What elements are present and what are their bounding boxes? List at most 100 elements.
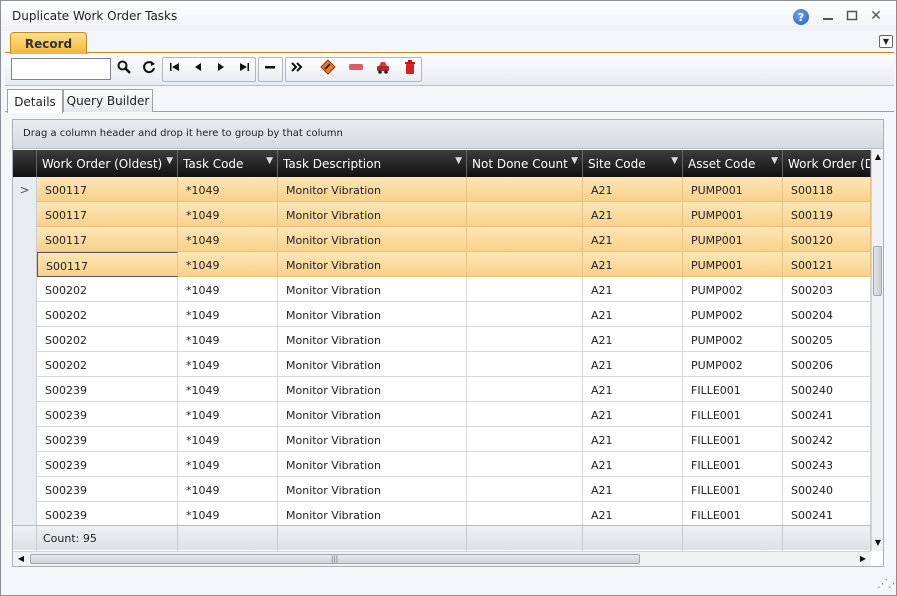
horizontal-scrollbar[interactable]: ◀ ||| ▶: [13, 551, 871, 566]
cell-task-code[interactable]: *1049: [178, 227, 278, 252]
cell-asset-code[interactable]: PUMP002: [683, 277, 783, 302]
cell-task-code[interactable]: *1049: [178, 252, 278, 277]
table-row[interactable]: S00202 *1049 Monitor Vibration A21 PUMP002 S0…: [13, 277, 871, 302]
minimize-icon[interactable]: [819, 7, 837, 25]
cell-task-description[interactable]: Monitor Vibration: [278, 302, 467, 327]
cell-work-order-oldest[interactable]: S00239: [37, 427, 178, 452]
cell-asset-code[interactable]: PUMP002: [683, 352, 783, 377]
tab-details[interactable]: Details: [7, 89, 63, 113]
cell-task-code[interactable]: *1049: [178, 502, 278, 525]
next-record-icon[interactable]: [211, 58, 231, 76]
cell-task-code[interactable]: *1049: [178, 477, 278, 502]
table-row[interactable]: S00239 *1049 Monitor Vibration A21 FILLE001 S…: [13, 427, 871, 452]
cell-asset-code[interactable]: FILLE001: [683, 502, 783, 525]
cell-work-order-oldest[interactable]: S00117: [37, 252, 178, 277]
cell-site-code[interactable]: A21: [583, 252, 683, 277]
cell-task-code[interactable]: *1049: [178, 177, 278, 202]
cell-task-description[interactable]: Monitor Vibration: [278, 252, 467, 277]
table-row[interactable]: S00202 *1049 Monitor Vibration A21 PUMP002 S0…: [13, 327, 871, 352]
cell-work-order-duplicate[interactable]: S00243: [783, 452, 871, 477]
col-not-done-count-header[interactable]: Not Done Count ▼: [467, 150, 583, 177]
filter-icon[interactable]: ▼: [266, 156, 273, 166]
maximize-icon[interactable]: [843, 7, 861, 25]
cell-not-done-count[interactable]: [467, 352, 583, 377]
row-indicator[interactable]: >: [13, 177, 37, 202]
vertical-scrollbar[interactable]: ▲ ▼: [871, 150, 883, 551]
cell-work-order-duplicate[interactable]: S00241: [783, 402, 871, 427]
cell-site-code[interactable]: A21: [583, 352, 683, 377]
cell-asset-code[interactable]: FILLE001: [683, 402, 783, 427]
cell-work-order-oldest[interactable]: S00202: [37, 327, 178, 352]
cell-site-code[interactable]: A21: [583, 377, 683, 402]
close-icon[interactable]: ✕: [867, 7, 885, 25]
last-record-icon[interactable]: [234, 58, 254, 76]
row-indicator[interactable]: [13, 227, 37, 252]
trash-icon[interactable]: [400, 58, 420, 76]
cell-work-order-duplicate[interactable]: S00240: [783, 377, 871, 402]
cell-work-order-oldest[interactable]: S00239: [37, 502, 178, 525]
cell-not-done-count[interactable]: [467, 227, 583, 252]
cell-work-order-oldest[interactable]: S00117: [37, 227, 178, 252]
first-record-icon[interactable]: [165, 58, 185, 76]
col-task-description-header[interactable]: Task Description ▼: [278, 150, 467, 177]
duplicate-tool-icon[interactable]: [318, 58, 338, 76]
cell-site-code[interactable]: A21: [583, 327, 683, 352]
row-indicator[interactable]: [13, 202, 37, 227]
filter-icon[interactable]: ▼: [166, 156, 173, 166]
cell-asset-code[interactable]: PUMP001: [683, 252, 783, 277]
cell-not-done-count[interactable]: [467, 377, 583, 402]
group-by-area[interactable]: Drag a column header and drop it here to…: [13, 120, 883, 149]
cell-site-code[interactable]: A21: [583, 202, 683, 227]
cell-work-order-duplicate[interactable]: S00203: [783, 277, 871, 302]
table-row[interactable]: S00239 *1049 Monitor Vibration A21 FILLE001 S…: [13, 477, 871, 502]
cell-task-description[interactable]: Monitor Vibration: [278, 327, 467, 352]
col-site-code-header[interactable]: Site Code ▼: [583, 150, 683, 177]
cell-work-order-duplicate[interactable]: S00204: [783, 302, 871, 327]
table-row[interactable]: S00239 *1049 Monitor Vibration A21 FILLE001 S…: [13, 377, 871, 402]
row-indicator[interactable]: [13, 327, 37, 352]
table-row[interactable]: > S00117 *1049 Monitor Vibration A21 PUMP001 S…: [13, 177, 871, 202]
cell-not-done-count[interactable]: [467, 452, 583, 477]
row-indicator[interactable]: [13, 377, 37, 402]
cell-task-description[interactable]: Monitor Vibration: [278, 427, 467, 452]
search-icon[interactable]: [114, 58, 134, 76]
cell-task-description[interactable]: Monitor Vibration: [278, 277, 467, 302]
filter-icon[interactable]: ▼: [455, 156, 462, 166]
cell-not-done-count[interactable]: [467, 502, 583, 525]
table-row[interactable]: S00117 *1049 Monitor Vibration A21 PUMP001 S0…: [13, 227, 871, 252]
cell-task-code[interactable]: *1049: [178, 377, 278, 402]
cell-task-description[interactable]: Monitor Vibration: [278, 202, 467, 227]
cell-asset-code[interactable]: PUMP002: [683, 302, 783, 327]
cell-asset-code[interactable]: FILLE001: [683, 452, 783, 477]
row-indicator[interactable]: [13, 352, 37, 377]
cell-task-description[interactable]: Monitor Vibration: [278, 502, 467, 525]
cell-task-code[interactable]: *1049: [178, 402, 278, 427]
cell-work-order-duplicate[interactable]: S00121: [783, 252, 871, 277]
cell-task-code[interactable]: *1049: [178, 277, 278, 302]
cell-task-description[interactable]: Monitor Vibration: [278, 352, 467, 377]
cell-task-description[interactable]: Monitor Vibration: [278, 477, 467, 502]
cell-work-order-duplicate[interactable]: S00120: [783, 227, 871, 252]
cell-not-done-count[interactable]: [467, 302, 583, 327]
row-indicator[interactable]: [13, 277, 37, 302]
cell-not-done-count[interactable]: [467, 252, 583, 277]
vehicle-icon[interactable]: [373, 58, 393, 76]
cell-work-order-duplicate[interactable]: S00240: [783, 477, 871, 502]
cell-site-code[interactable]: A21: [583, 302, 683, 327]
table-row[interactable]: S00239 *1049 Monitor Vibration A21 FILLE001 S…: [13, 502, 871, 525]
cell-not-done-count[interactable]: [467, 277, 583, 302]
cell-work-order-oldest[interactable]: S00239: [37, 377, 178, 402]
cell-work-order-oldest[interactable]: S00202: [37, 352, 178, 377]
previous-record-icon[interactable]: [188, 58, 208, 76]
cell-task-code[interactable]: *1049: [178, 202, 278, 227]
cell-task-code[interactable]: *1049: [178, 327, 278, 352]
row-indicator[interactable]: [13, 477, 37, 502]
cell-site-code[interactable]: A21: [583, 427, 683, 452]
cell-asset-code[interactable]: FILLE001: [683, 477, 783, 502]
row-indicator[interactable]: [13, 427, 37, 452]
cell-work-order-oldest[interactable]: S00202: [37, 277, 178, 302]
ribbon-collapse-icon[interactable]: ▼: [879, 35, 893, 48]
table-row[interactable]: S00202 *1049 Monitor Vibration A21 PUMP002 S0…: [13, 302, 871, 327]
col-work-order-oldest-header[interactable]: Work Order (Oldest) ▼: [37, 150, 178, 177]
cell-not-done-count[interactable]: [467, 327, 583, 352]
